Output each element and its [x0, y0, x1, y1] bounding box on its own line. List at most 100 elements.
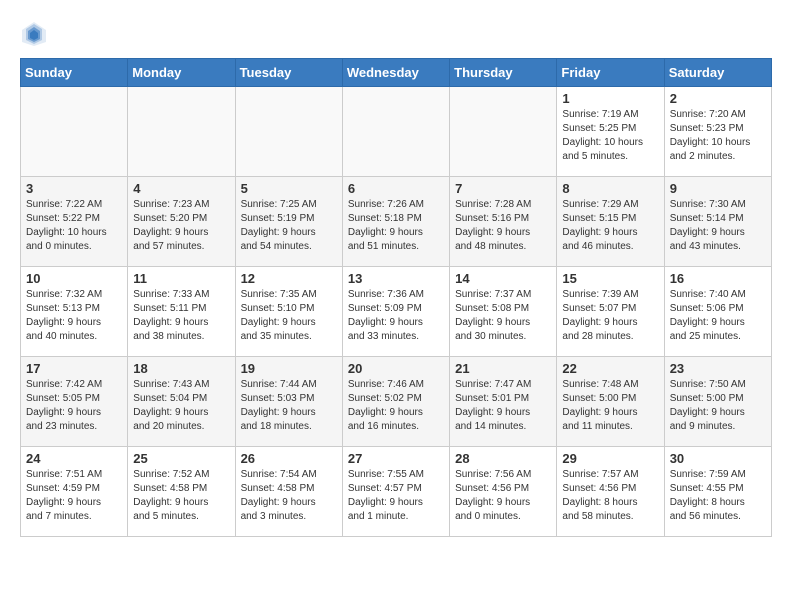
calendar-cell: 20 Sunrise: 7:46 AM Sunset: 5:02 PM Dayli…: [342, 357, 449, 447]
day-number: 8: [562, 181, 658, 196]
calendar-cell: 5 Sunrise: 7:25 AM Sunset: 5:19 PM Daylig…: [235, 177, 342, 267]
day-number: 27: [348, 451, 444, 466]
day-number: 26: [241, 451, 337, 466]
calendar-cell: 15 Sunrise: 7:39 AM Sunset: 5:07 PM Dayli…: [557, 267, 664, 357]
calendar-week-row: 17 Sunrise: 7:42 AM Sunset: 5:05 PM Dayli…: [21, 357, 772, 447]
day-info: Sunrise: 7:59 AM Sunset: 4:55 PM Dayligh…: [670, 468, 766, 524]
day-number: 16: [670, 271, 766, 286]
day-number: 10: [26, 271, 122, 286]
day-info: Sunrise: 7:25 AM Sunset: 5:19 PM Dayligh…: [241, 198, 337, 254]
calendar-cell: 23 Sunrise: 7:50 AM Sunset: 5:00 PM Dayli…: [664, 357, 771, 447]
day-info: Sunrise: 7:52 AM Sunset: 4:58 PM Dayligh…: [133, 468, 229, 524]
calendar-cell: 4Sunrise: 7:23 AM Sunset: 5:20 PM Daylig…: [128, 177, 235, 267]
weekday-header: Monday: [128, 59, 235, 87]
calendar-cell: 6Sunrise: 7:26 AM Sunset: 5:18 PM Daylig…: [342, 177, 449, 267]
day-number: 15: [562, 271, 658, 286]
day-number: 21: [455, 361, 551, 376]
calendar-cell: 28 Sunrise: 7:56 AM Sunset: 4:56 PM Dayli…: [450, 447, 557, 537]
day-info: Sunrise: 7:47 AM Sunset: 5:01 PM Dayligh…: [455, 378, 551, 434]
day-number: 1: [562, 91, 658, 106]
day-number: 20: [348, 361, 444, 376]
calendar-cell: 29 Sunrise: 7:57 AM Sunset: 4:56 PM Dayli…: [557, 447, 664, 537]
day-info: Sunrise: 7:50 AM Sunset: 5:00 PM Dayligh…: [670, 378, 766, 434]
calendar-cell: 27 Sunrise: 7:55 AM Sunset: 4:57 PM Dayli…: [342, 447, 449, 537]
calendar-cell: 12Sunrise: 7:35 AM Sunset: 5:10 PM Dayli…: [235, 267, 342, 357]
day-info: Sunrise: 7:32 AM Sunset: 5:13 PM Dayligh…: [26, 288, 122, 344]
calendar-table: SundayMondayTuesdayWednesdayThursdayFrid…: [20, 58, 772, 537]
day-info: Sunrise: 7:29 AM Sunset: 5:15 PM Dayligh…: [562, 198, 658, 254]
day-number: 28: [455, 451, 551, 466]
calendar-cell: 7 Sunrise: 7:28 AM Sunset: 5:16 PM Daylig…: [450, 177, 557, 267]
calendar-week-row: 3 Sunrise: 7:22 AM Sunset: 5:22 PM Daylig…: [21, 177, 772, 267]
day-number: 29: [562, 451, 658, 466]
calendar-week-row: 1 Sunrise: 7:19 AM Sunset: 5:25 PM Daylig…: [21, 87, 772, 177]
day-info: Sunrise: 7:23 AM Sunset: 5:20 PM Dayligh…: [133, 198, 229, 254]
day-info: Sunrise: 7:35 AM Sunset: 5:10 PM Dayligh…: [241, 288, 337, 344]
day-info: Sunrise: 7:33 AM Sunset: 5:11 PM Dayligh…: [133, 288, 229, 344]
weekday-header: Wednesday: [342, 59, 449, 87]
day-info: Sunrise: 7:36 AM Sunset: 5:09 PM Dayligh…: [348, 288, 444, 344]
calendar-cell: [21, 87, 128, 177]
day-number: 22: [562, 361, 658, 376]
day-number: 9: [670, 181, 766, 196]
calendar-cell: 18 Sunrise: 7:43 AM Sunset: 5:04 PM Dayli…: [128, 357, 235, 447]
logo-icon: [20, 20, 48, 48]
calendar-cell: [128, 87, 235, 177]
day-info: Sunrise: 7:22 AM Sunset: 5:22 PM Dayligh…: [26, 198, 122, 254]
day-number: 30: [670, 451, 766, 466]
calendar-cell: 25Sunrise: 7:52 AM Sunset: 4:58 PM Dayli…: [128, 447, 235, 537]
day-info: Sunrise: 7:55 AM Sunset: 4:57 PM Dayligh…: [348, 468, 444, 524]
day-info: Sunrise: 7:30 AM Sunset: 5:14 PM Dayligh…: [670, 198, 766, 254]
day-info: Sunrise: 7:28 AM Sunset: 5:16 PM Dayligh…: [455, 198, 551, 254]
day-info: Sunrise: 7:54 AM Sunset: 4:58 PM Dayligh…: [241, 468, 337, 524]
calendar-cell: 21 Sunrise: 7:47 AM Sunset: 5:01 PM Dayli…: [450, 357, 557, 447]
calendar-cell: 10 Sunrise: 7:32 AM Sunset: 5:13 PM Dayli…: [21, 267, 128, 357]
day-info: Sunrise: 7:19 AM Sunset: 5:25 PM Dayligh…: [562, 108, 658, 164]
calendar-week-row: 24 Sunrise: 7:51 AM Sunset: 4:59 PM Dayli…: [21, 447, 772, 537]
calendar-cell: 26 Sunrise: 7:54 AM Sunset: 4:58 PM Dayli…: [235, 447, 342, 537]
calendar-cell: 17 Sunrise: 7:42 AM Sunset: 5:05 PM Dayli…: [21, 357, 128, 447]
day-number: 19: [241, 361, 337, 376]
weekday-header: Friday: [557, 59, 664, 87]
calendar-cell: 22 Sunrise: 7:48 AM Sunset: 5:00 PM Dayli…: [557, 357, 664, 447]
calendar-cell: 9 Sunrise: 7:30 AM Sunset: 5:14 PM Daylig…: [664, 177, 771, 267]
weekday-header: Thursday: [450, 59, 557, 87]
calendar-cell: 19 Sunrise: 7:44 AM Sunset: 5:03 PM Dayli…: [235, 357, 342, 447]
calendar-cell: 24 Sunrise: 7:51 AM Sunset: 4:59 PM Dayli…: [21, 447, 128, 537]
calendar-cell: 30 Sunrise: 7:59 AM Sunset: 4:55 PM Dayli…: [664, 447, 771, 537]
calendar-cell: 11Sunrise: 7:33 AM Sunset: 5:11 PM Dayli…: [128, 267, 235, 357]
weekday-header: Tuesday: [235, 59, 342, 87]
day-info: Sunrise: 7:57 AM Sunset: 4:56 PM Dayligh…: [562, 468, 658, 524]
day-number: 17: [26, 361, 122, 376]
day-number: 5: [241, 181, 337, 196]
day-number: 3: [26, 181, 122, 196]
day-info: Sunrise: 7:51 AM Sunset: 4:59 PM Dayligh…: [26, 468, 122, 524]
weekday-header-row: SundayMondayTuesdayWednesdayThursdayFrid…: [21, 59, 772, 87]
calendar-cell: 8 Sunrise: 7:29 AM Sunset: 5:15 PM Daylig…: [557, 177, 664, 267]
day-number: 2: [670, 91, 766, 106]
day-info: Sunrise: 7:40 AM Sunset: 5:06 PM Dayligh…: [670, 288, 766, 344]
calendar-cell: 2Sunrise: 7:20 AM Sunset: 5:23 PM Daylig…: [664, 87, 771, 177]
calendar-cell: 14 Sunrise: 7:37 AM Sunset: 5:08 PM Dayli…: [450, 267, 557, 357]
day-number: 7: [455, 181, 551, 196]
day-info: Sunrise: 7:44 AM Sunset: 5:03 PM Dayligh…: [241, 378, 337, 434]
day-number: 23: [670, 361, 766, 376]
calendar-cell: 16 Sunrise: 7:40 AM Sunset: 5:06 PM Dayli…: [664, 267, 771, 357]
day-info: Sunrise: 7:26 AM Sunset: 5:18 PM Dayligh…: [348, 198, 444, 254]
day-number: 13: [348, 271, 444, 286]
day-info: Sunrise: 7:46 AM Sunset: 5:02 PM Dayligh…: [348, 378, 444, 434]
day-info: Sunrise: 7:39 AM Sunset: 5:07 PM Dayligh…: [562, 288, 658, 344]
day-info: Sunrise: 7:42 AM Sunset: 5:05 PM Dayligh…: [26, 378, 122, 434]
logo: [20, 20, 52, 48]
day-number: 14: [455, 271, 551, 286]
day-number: 18: [133, 361, 229, 376]
calendar-cell: 1 Sunrise: 7:19 AM Sunset: 5:25 PM Daylig…: [557, 87, 664, 177]
day-info: Sunrise: 7:48 AM Sunset: 5:00 PM Dayligh…: [562, 378, 658, 434]
calendar-week-row: 10 Sunrise: 7:32 AM Sunset: 5:13 PM Dayli…: [21, 267, 772, 357]
day-info: Sunrise: 7:43 AM Sunset: 5:04 PM Dayligh…: [133, 378, 229, 434]
day-info: Sunrise: 7:37 AM Sunset: 5:08 PM Dayligh…: [455, 288, 551, 344]
day-number: 24: [26, 451, 122, 466]
page-header: [20, 20, 772, 48]
day-info: Sunrise: 7:56 AM Sunset: 4:56 PM Dayligh…: [455, 468, 551, 524]
calendar-cell: [450, 87, 557, 177]
